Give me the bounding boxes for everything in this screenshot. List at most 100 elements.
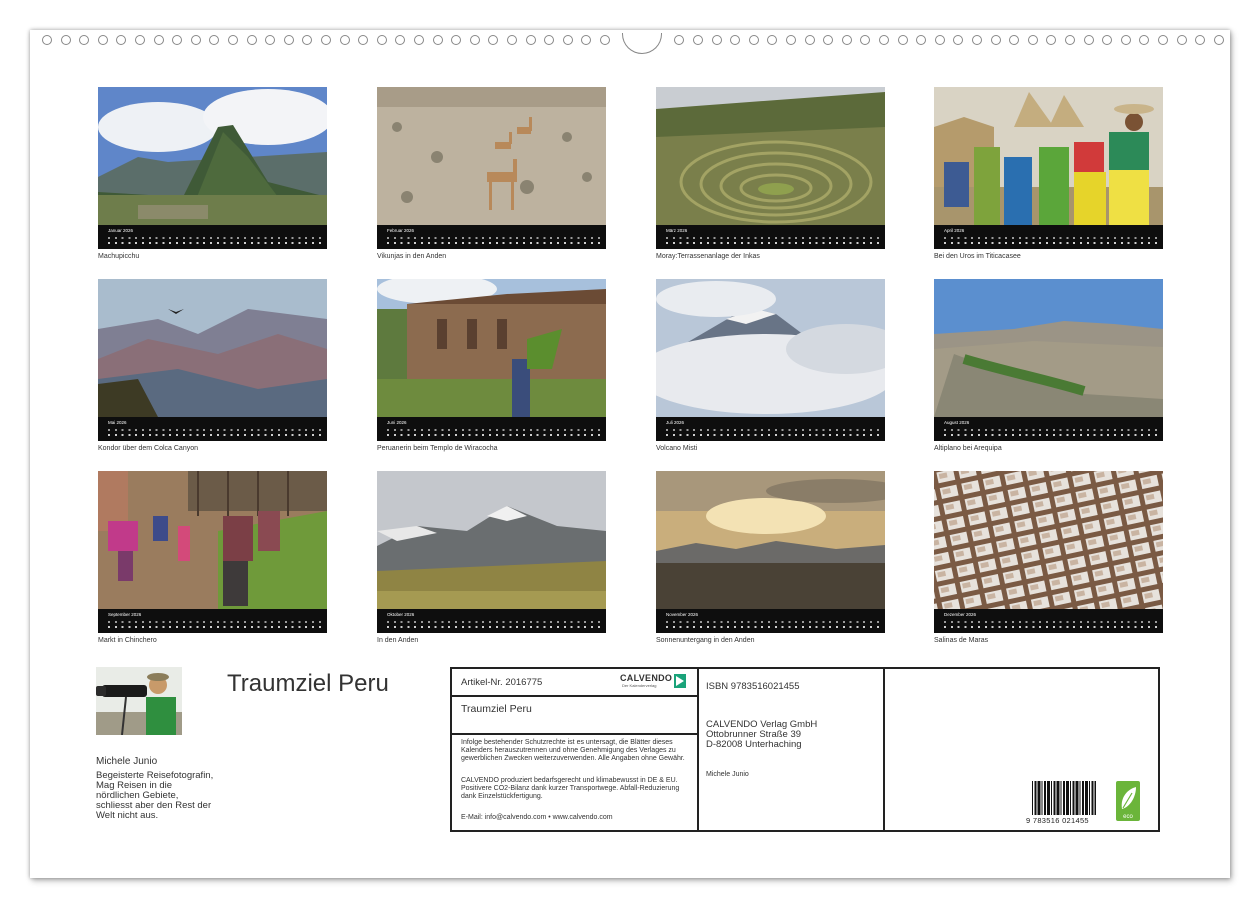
info-author: Michele Junio bbox=[706, 771, 749, 778]
day-numbers bbox=[944, 236, 1158, 246]
day-numbers bbox=[666, 620, 880, 630]
binding-ring bbox=[488, 35, 499, 45]
altiplano-photo bbox=[934, 279, 1163, 417]
binding-ring bbox=[1027, 35, 1038, 45]
month-tile-march[interactable]: März 2026 Moray:Terrassenanlage der Inka… bbox=[656, 87, 885, 260]
binding-ring bbox=[60, 35, 71, 45]
binding-rings bbox=[42, 33, 1224, 54]
binding-ring bbox=[432, 35, 443, 45]
photo-caption: Bei den Uros im Titicacasee bbox=[934, 253, 1021, 260]
calendar-strip: Mai 2026 bbox=[98, 417, 327, 441]
month-photo bbox=[377, 471, 606, 609]
binding-ring bbox=[358, 35, 369, 45]
binding-ring bbox=[265, 35, 276, 45]
binding-ring bbox=[1046, 35, 1057, 45]
binding-ring bbox=[953, 35, 964, 45]
calendar-strip: Oktober 2026 bbox=[377, 609, 606, 633]
binding-ring bbox=[879, 35, 889, 45]
day-numbers bbox=[944, 620, 1158, 630]
month-name: April 2026 bbox=[944, 228, 965, 233]
sunset-photo bbox=[656, 471, 885, 609]
binding-ring bbox=[339, 35, 350, 45]
month-photo bbox=[98, 471, 327, 609]
binding-ring bbox=[283, 35, 294, 45]
binding-ring bbox=[135, 35, 145, 45]
photo-caption: Peruanerin beim Templo de Wiracocha bbox=[377, 445, 498, 452]
photo-caption: Machupicchu bbox=[98, 253, 140, 260]
salinas-photo bbox=[934, 471, 1163, 609]
photo-caption: Salinas de Maras bbox=[934, 637, 989, 644]
info-title: Traumziel Peru bbox=[461, 703, 532, 715]
photo-caption: Moray:Terrassenanlage der Inkas bbox=[656, 253, 760, 260]
binding-ring bbox=[451, 35, 462, 45]
misti-photo bbox=[656, 279, 885, 417]
month-tile-september[interactable]: September 2026 Markt in Chinchero bbox=[98, 471, 327, 644]
title-row: Traumziel Peru bbox=[452, 697, 697, 735]
month-tile-february[interactable]: Februar 2026 Vikunjas in den Anden bbox=[377, 87, 606, 260]
calvendo-logo-text: CALVENDO bbox=[620, 673, 673, 683]
binding-ring bbox=[1195, 35, 1206, 45]
binding-ring bbox=[544, 35, 555, 45]
binding-ring bbox=[600, 35, 610, 45]
contact-text: E-Mail: info@calvendo.com • www.calvendo… bbox=[461, 814, 613, 821]
month-tile-april[interactable]: April 2026 Bei den Uros im Titicacasee bbox=[934, 87, 1163, 260]
binding-ring bbox=[748, 35, 759, 45]
article-row: Artikel-Nr. 2016775 CALVENDO Der Kalende… bbox=[452, 669, 697, 697]
month-photo bbox=[934, 87, 1163, 225]
month-photo bbox=[934, 279, 1163, 417]
binding-ring bbox=[1065, 35, 1075, 45]
day-numbers bbox=[666, 428, 880, 438]
binding-ring bbox=[507, 35, 517, 45]
month-tile-december[interactable]: Dezember 2026 Salinas de Maras bbox=[934, 471, 1163, 644]
calendar-back-page: Januar 2026 Machupicchu Februar 2026 Vik… bbox=[30, 30, 1230, 878]
month-name: Dezember 2026 bbox=[944, 612, 977, 617]
month-photo bbox=[377, 87, 606, 225]
month-tile-november[interactable]: November 2026 Sonnenuntergang in den And… bbox=[656, 471, 885, 644]
month-tile-october[interactable]: Oktober 2026 In den Anden bbox=[377, 471, 606, 644]
calendar-strip: März 2026 bbox=[656, 225, 885, 249]
calendar-strip: Dezember 2026 bbox=[934, 609, 1163, 633]
month-tile-june[interactable]: Juni 2026 Peruanerin beim Templo de Wira… bbox=[377, 279, 606, 452]
binding-ring bbox=[934, 35, 945, 45]
binding-ring bbox=[1120, 35, 1131, 45]
binding-ring bbox=[376, 35, 387, 45]
month-tile-august[interactable]: August 2026 Altiplano bei Arequipa bbox=[934, 279, 1163, 452]
month-photo bbox=[656, 471, 885, 609]
andes-photo bbox=[377, 471, 606, 609]
binding-ring bbox=[172, 35, 183, 45]
month-name: November 2026 bbox=[666, 612, 699, 617]
calendar-strip: November 2026 bbox=[656, 609, 885, 633]
month-tile-january[interactable]: Januar 2026 Machupicchu bbox=[98, 87, 327, 260]
day-numbers bbox=[108, 428, 322, 438]
month-tile-july[interactable]: Juli 2026 Volcano Misti bbox=[656, 279, 885, 452]
publisher-info-box: Artikel-Nr. 2016775 CALVENDO Der Kalende… bbox=[450, 667, 1160, 832]
binding-ring bbox=[302, 35, 313, 45]
barcode-icon bbox=[1032, 781, 1096, 815]
calendar-title: Traumziel Peru bbox=[227, 670, 389, 697]
binding-ring bbox=[190, 35, 201, 45]
binding-ring bbox=[860, 35, 871, 45]
day-numbers bbox=[387, 620, 601, 630]
binding-ring bbox=[321, 35, 331, 45]
month-photo bbox=[934, 471, 1163, 609]
binding-ring bbox=[246, 35, 257, 45]
binding-ring bbox=[209, 35, 220, 45]
month-tile-may[interactable]: Mai 2026 Kondor über dem Colca Canyon bbox=[98, 279, 327, 452]
binding-ring bbox=[786, 35, 796, 45]
day-numbers bbox=[944, 428, 1158, 438]
month-name: Januar 2026 bbox=[108, 228, 134, 233]
binding-ring bbox=[116, 35, 127, 45]
wiracocha-photo bbox=[377, 279, 606, 417]
month-name: Juli 2026 bbox=[666, 420, 685, 425]
photo-caption: Sonnenuntergang in den Anden bbox=[656, 637, 755, 644]
calvendo-logo-icon bbox=[674, 674, 686, 688]
binding-ring bbox=[693, 35, 703, 45]
binding-ring bbox=[1102, 35, 1113, 45]
day-numbers bbox=[387, 428, 601, 438]
eco-label: eco bbox=[1123, 814, 1133, 820]
photo-caption: Vikunjas in den Anden bbox=[377, 253, 447, 260]
author-photo bbox=[96, 667, 182, 735]
machupicchu-photo bbox=[98, 87, 327, 225]
calendar-strip: Februar 2026 bbox=[377, 225, 606, 249]
month-photo bbox=[98, 87, 327, 225]
